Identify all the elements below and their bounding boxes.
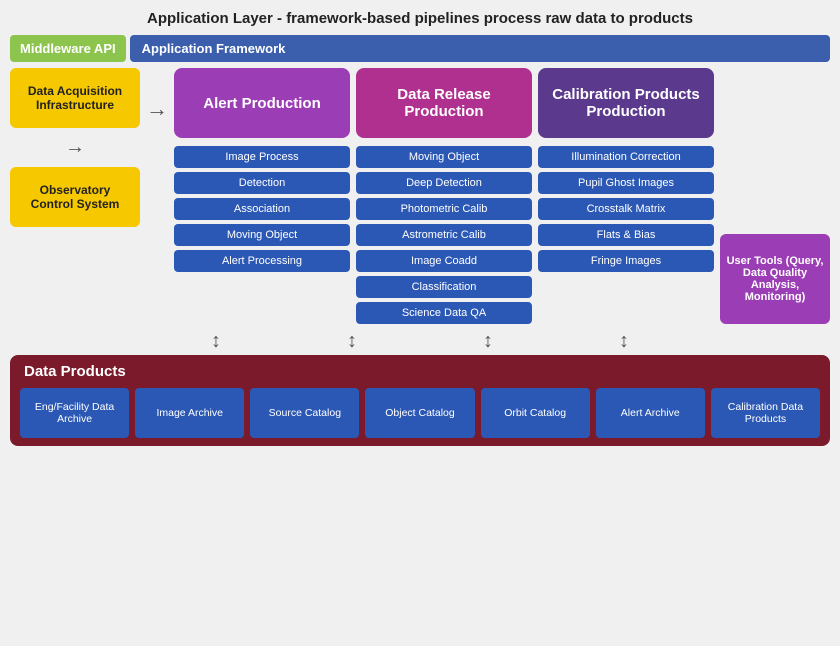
data-release-col: Data Release Production Moving Object De… xyxy=(356,68,532,324)
dr-item-4: Image Coadd xyxy=(356,250,532,272)
data-acquisition-box: Data Acquisition Infrastructure xyxy=(10,68,140,128)
cal-item-4: Fringe Images xyxy=(538,250,714,272)
alert-item-0: Image Process xyxy=(174,146,350,168)
calibration-header: Calibration Products Production xyxy=(538,68,714,138)
dp-item-1: Image Archive xyxy=(135,388,244,438)
app-framework-label: Application Framework xyxy=(130,35,830,62)
down-arrow-cal: ↕ xyxy=(483,330,493,353)
dr-item-6: Science Data QA xyxy=(356,302,532,324)
dp-item-5: Alert Archive xyxy=(596,388,705,438)
dr-item-3: Astrometric Calib xyxy=(356,224,532,246)
page-title: Application Layer - framework-based pipe… xyxy=(10,10,830,27)
alert-item-1: Detection xyxy=(174,172,350,194)
user-tools-box: User Tools (Query, Data Quality Analysis… xyxy=(720,234,830,324)
observatory-control-box: Observatory Control System xyxy=(10,167,140,227)
alert-item-4: Alert Processing xyxy=(174,250,350,272)
arrow-right-icon: → xyxy=(146,96,168,122)
down-arrow-tools: ↕ xyxy=(619,330,629,353)
alert-production-col: Alert Production Image Process Detection… xyxy=(174,68,350,324)
cal-item-0: Illumination Correction xyxy=(538,146,714,168)
dp-item-6: Calibration Data Products xyxy=(711,388,820,438)
data-release-header: Data Release Production xyxy=(356,68,532,138)
dp-item-0: Eng/Facility Data Archive xyxy=(20,388,129,438)
dr-item-1: Deep Detection xyxy=(356,172,532,194)
cal-item-3: Flats & Bias xyxy=(538,224,714,246)
data-products-title: Data Products xyxy=(20,363,820,380)
alert-item-2: Association xyxy=(174,198,350,220)
cal-item-1: Pupil Ghost Images xyxy=(538,172,714,194)
data-products-section: Data Products Eng/Facility Data Archive … xyxy=(10,355,830,446)
dr-item-2: Photometric Calib xyxy=(356,198,532,220)
alert-item-3: Moving Object xyxy=(174,224,350,246)
dp-item-3: Object Catalog xyxy=(365,388,474,438)
alert-production-header: Alert Production xyxy=(174,68,350,138)
calibration-col: Calibration Products Production Illumina… xyxy=(538,68,714,324)
cal-item-2: Crosstalk Matrix xyxy=(538,198,714,220)
dp-item-2: Source Catalog xyxy=(250,388,359,438)
middleware-label: Middleware API xyxy=(10,35,126,62)
down-arrow-alert: ↕ xyxy=(211,330,221,353)
dp-item-4: Orbit Catalog xyxy=(481,388,590,438)
dr-item-0: Moving Object xyxy=(356,146,532,168)
dr-item-5: Classification xyxy=(356,276,532,298)
down-arrow-dr: ↕ xyxy=(347,330,357,353)
